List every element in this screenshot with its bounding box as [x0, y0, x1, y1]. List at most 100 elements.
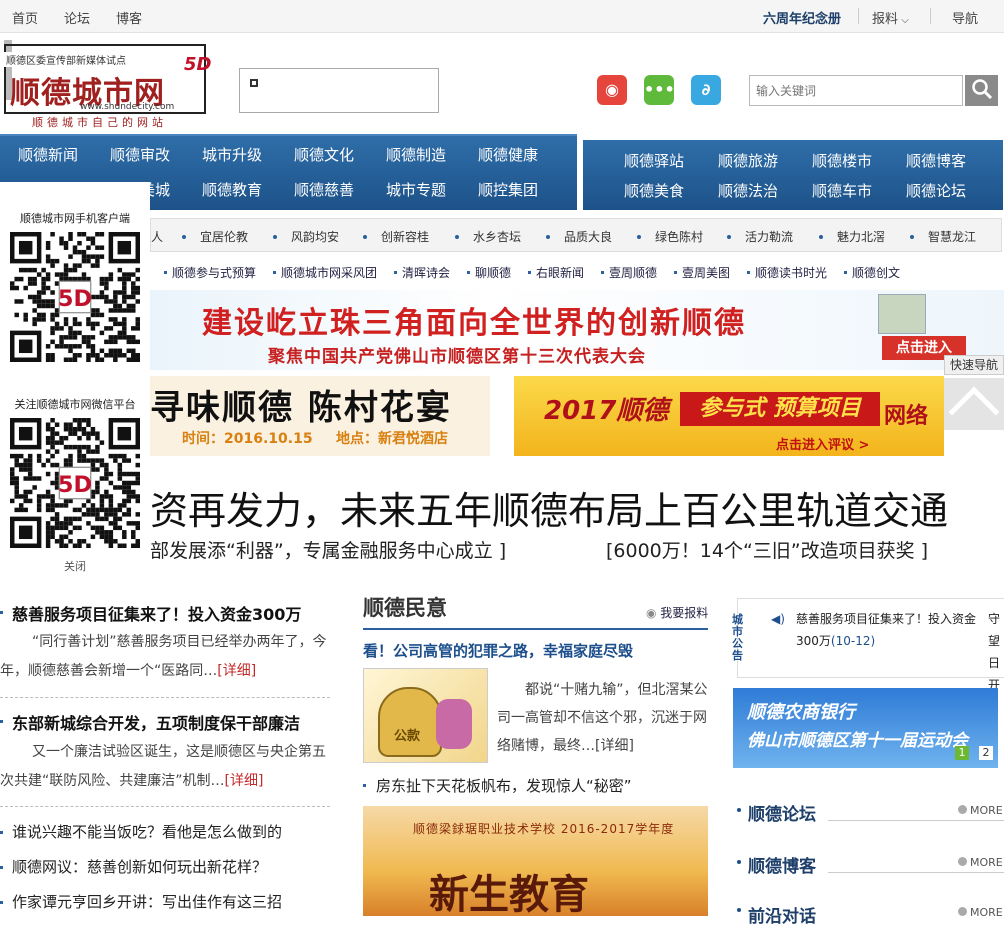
top-link-guide[interactable]: 导航: [952, 8, 978, 27]
district-nav-item[interactable]: 创新容桂: [381, 228, 429, 245]
wechat-icon[interactable]: •••: [644, 75, 675, 105]
topic-link[interactable]: 壹周顺德: [609, 264, 657, 281]
quick-nav-label[interactable]: 快速导航: [944, 355, 1004, 375]
section-dialogue[interactable]: 前沿对话: [748, 902, 816, 927]
news-title-1[interactable]: 慈善服务项目征集来了！投入资金300万: [12, 601, 301, 625]
nav-item[interactable]: 顺德车市: [812, 180, 872, 201]
district-nav-item[interactable]: 风韵均安: [291, 228, 339, 245]
opinion-desc: 都说“十赌九输”，但北滘某公司一高管却不信这个邪，沉迷于网络赌博，最终…[详细]: [497, 676, 709, 760]
nav-item[interactable]: 顺德驿站: [624, 150, 684, 171]
nav-item[interactable]: 顺德文化: [294, 144, 354, 165]
more-icon: [958, 805, 967, 814]
headline[interactable]: 资再发力，未来五年顺德布局上百公里轨道交通: [150, 480, 948, 535]
site-logo[interactable]: 顺德区委宣传部新媒体试点 顺德城市网 5D www.shundecity.com…: [0, 40, 211, 129]
news-list-item[interactable]: 谁说兴趣不能当饭吃？看他是怎么做到的: [12, 821, 282, 842]
bullet-icon: [394, 271, 397, 274]
money-bag-icon: [378, 687, 442, 757]
nav-item[interactable]: 顺德新闻: [18, 144, 78, 165]
announcement-text: 慈善服务项目征集来了！投入资金300万: [796, 612, 977, 648]
topic-link[interactable]: 清晖诗会: [402, 264, 450, 281]
nav-item[interactable]: 顺德旅游: [718, 150, 778, 171]
news-list-item[interactable]: 顺德网议：慈善创新如何玩出新花样？: [12, 856, 267, 877]
opinion-more[interactable]: [详细]: [595, 738, 634, 754]
divider: [0, 697, 330, 698]
bullet-icon: [0, 866, 3, 869]
more-icon: [958, 907, 967, 916]
announcement-item[interactable]: 慈善服务项目征集来了！投入资金300万(10-12): [796, 608, 980, 652]
sports-banner-line1: 顺德农商银行: [747, 702, 855, 723]
close-button[interactable]: 关闭: [0, 558, 150, 574]
opinion-list-item[interactable]: 房东扯下天花板帆布，发现惊人“秘密”: [376, 775, 632, 796]
more-link-forum[interactable]: MORE: [958, 804, 1003, 817]
bullet-icon: [637, 235, 641, 239]
weibo-icon[interactable]: ◉: [597, 75, 627, 105]
nav-item[interactable]: 顺德审改: [110, 144, 170, 165]
news-title-2[interactable]: 东部新城综合开发，五项制度保干部廉洁: [12, 710, 300, 734]
top-link-anniversary[interactable]: 六周年纪念册: [763, 8, 841, 27]
nav-item[interactable]: 顺德制造: [386, 144, 446, 165]
topic-link[interactable]: 顺德城市网采风团: [281, 264, 377, 281]
opinion-headline[interactable]: 看！公司高管的犯罪之路，幸福家庭尽毁: [363, 640, 633, 661]
announcement-item-2[interactable]: 守望日开: [988, 608, 1004, 696]
news-list-item[interactable]: 作家谭元亨回乡开讲：写出佳作有这三招: [12, 891, 282, 912]
carousel-page-1[interactable]: 1: [955, 746, 969, 760]
top-link-report[interactable]: 报料 ⌵: [872, 8, 909, 27]
district-nav-item[interactable]: 活力勒流: [745, 228, 793, 245]
topic-link[interactable]: 聊顺德: [475, 264, 511, 281]
topic-link[interactable]: 顺德读书时光: [755, 264, 827, 281]
district-nav-item[interactable]: 魅力北滘: [837, 228, 885, 245]
district-nav-item[interactable]: 品质大良: [564, 228, 612, 245]
news-more-2[interactable]: [详细]: [225, 773, 264, 789]
bullet-icon: [844, 271, 847, 274]
money-bag-label: 公款: [394, 729, 421, 744]
budget-banner[interactable]: 2017顺德 参与式 预算项目 网络 点击进入评议 >: [514, 376, 944, 456]
section-blog[interactable]: 顺德博客: [748, 852, 816, 877]
more-link-blog[interactable]: MORE: [958, 856, 1003, 869]
district-nav-item[interactable]: 绿色陈村: [655, 228, 703, 245]
nav-item[interactable]: 顺德楼市: [812, 150, 872, 171]
app-icon[interactable]: ∂: [691, 75, 721, 105]
bullet-icon: [737, 860, 741, 864]
budget-cta[interactable]: 点击进入评议 >: [776, 434, 869, 453]
nav-item[interactable]: 城市升级: [202, 144, 262, 165]
nav-item[interactable]: 顺德法治: [718, 180, 778, 201]
top-link-home[interactable]: 首页: [12, 8, 38, 27]
congress-banner[interactable]: 建设屹立珠三角面向全世界的创新顺德 聚焦中国共产党佛山市顺德区第十三次代表大会 …: [150, 290, 1004, 370]
nav-item[interactable]: 顺德美食: [624, 180, 684, 201]
topic-link[interactable]: 壹周美图: [682, 264, 730, 281]
cartoon-image[interactable]: 公款: [363, 668, 488, 763]
banner-subtitle: 聚焦中国共产党佛山市顺德区第十三次代表大会: [268, 347, 646, 367]
section-forum[interactable]: 顺德论坛: [748, 800, 816, 825]
school-photo[interactable]: 顺德梁銶琚职业技术学校 2016-2017学年度 新生教育: [363, 806, 708, 916]
nav-item[interactable]: 顺德博客: [906, 150, 966, 171]
section-title: 顺德民意: [363, 595, 447, 620]
news-more-1[interactable]: [详细]: [217, 663, 256, 679]
nav-item[interactable]: 顺控集团: [478, 179, 538, 200]
nav-item[interactable]: 顺德健康: [478, 144, 538, 165]
district-nav-item[interactable]: 宜居伦教: [200, 228, 248, 245]
topic-link[interactable]: 顺德创文: [852, 264, 900, 281]
nav-item[interactable]: 顺德教育: [202, 179, 262, 200]
district-nav-item[interactable]: 水乡杏坛: [473, 228, 521, 245]
search-input[interactable]: [749, 75, 963, 106]
carousel-page-2[interactable]: 2: [979, 746, 993, 760]
top-link-forum[interactable]: 论坛: [64, 8, 90, 27]
district-nav-item[interactable]: 智慧龙江: [928, 228, 976, 245]
report-link[interactable]: ◉ 我要报料: [646, 604, 708, 621]
feast-time: 时间：2016.10.15: [182, 431, 313, 447]
search-button[interactable]: [965, 75, 998, 106]
nav-item[interactable]: 顺德论坛: [906, 180, 966, 201]
flower-feast-banner[interactable]: 寻味顺德 陈村花宴 时间：2016.10.15 地点：新君悦酒店: [150, 376, 490, 456]
top-ad-box[interactable]: [239, 68, 439, 113]
back-to-top-button[interactable]: [944, 378, 1004, 438]
nav-item[interactable]: 城市专题: [386, 179, 446, 200]
report-label: 报料: [872, 12, 899, 27]
topic-link[interactable]: 右眼新闻: [536, 264, 584, 281]
subheadline-right[interactable]: [6000万！14个“三旧”改造项目获奖 ]: [606, 536, 928, 563]
nav-item[interactable]: 顺德慈善: [294, 179, 354, 200]
district-nav-item[interactable]: 人: [151, 228, 163, 245]
top-link-blog[interactable]: 博客: [116, 8, 142, 27]
main-nav-right: 顺德驿站 顺德旅游 顺德楼市 顺德博客顺德美食 顺德法治 顺德车市 顺德论坛: [583, 140, 1003, 210]
subheadline-left[interactable]: 部发展添“利器”，专属金融服务中心成立 ]: [150, 536, 506, 563]
topic-link[interactable]: 顺德参与式预算: [172, 264, 256, 281]
